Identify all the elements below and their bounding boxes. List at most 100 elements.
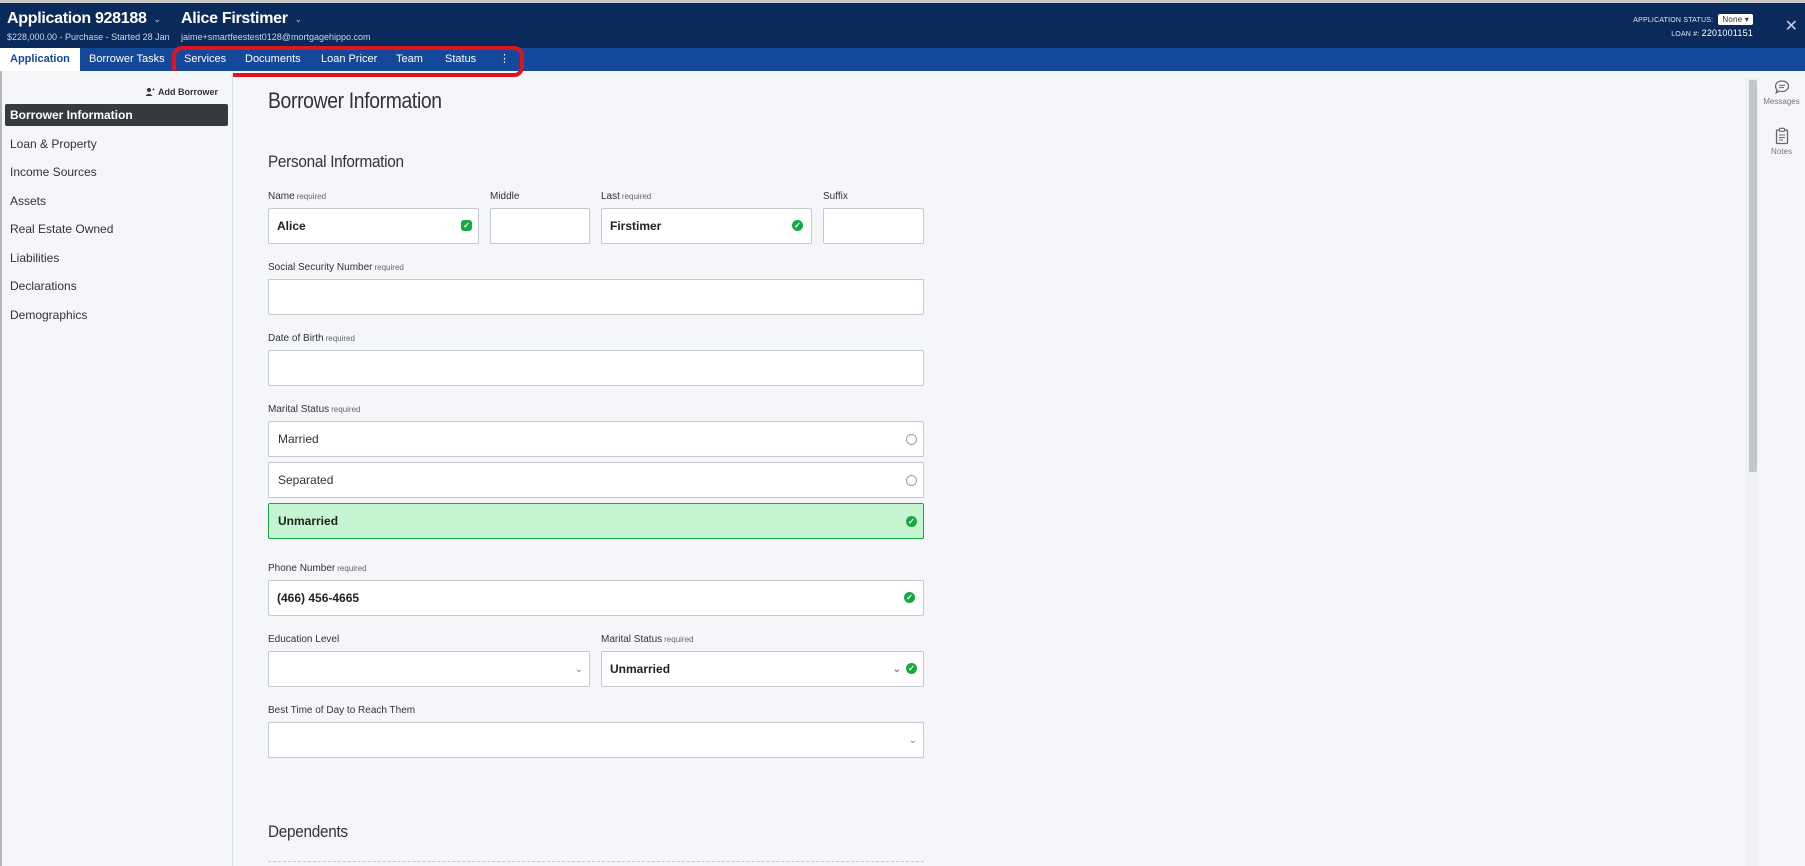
ssn-label: Social Security Number required [268, 262, 404, 273]
messages-button[interactable]: Messages [1758, 79, 1805, 106]
radio-icon [906, 434, 917, 445]
phone-label-text: Phone Number [268, 563, 336, 574]
application-status-label: APPLICATION STATUS: [1633, 17, 1714, 24]
marital-status-label: Marital Status required [268, 404, 361, 415]
add-borrower-button[interactable]: Add Borrower [145, 87, 218, 97]
middle-name-field[interactable] [490, 208, 590, 244]
more-tabs-icon[interactable]: ⋮ [489, 48, 520, 71]
marital-option-unmarried[interactable]: Unmarried ✓ [268, 503, 924, 539]
marital-option-label: Married [278, 432, 319, 446]
required-tag: required [621, 192, 652, 201]
dob-label-text: Date of Birth [268, 333, 324, 344]
ssn-label-text: Social Security Number [268, 262, 373, 273]
sidebar-item-demographics[interactable]: Demographics [5, 304, 228, 326]
marital-status-label-text: Marital Status [268, 404, 330, 415]
right-rail: Messages Notes [1758, 71, 1805, 866]
last-name-field[interactable]: Firstimer ✓ [601, 208, 812, 244]
ssn-field[interactable] [268, 279, 924, 315]
marital-option-separated[interactable]: Separated [268, 462, 924, 498]
sidebar-item-declarations[interactable]: Declarations [5, 275, 228, 297]
education-level-select[interactable]: ⌄ [268, 651, 590, 687]
tab-bar: Application Borrower Tasks Services Docu… [0, 48, 1805, 71]
suffix-label: Suffix [823, 191, 848, 202]
marital-status-select-label: Marital Status required [601, 634, 694, 645]
required-tag: required [331, 405, 361, 414]
phone-value: (466) 456-4665 [277, 591, 360, 605]
best-time-select[interactable]: ⌄ [268, 722, 924, 758]
marital-option-married[interactable]: Married [268, 421, 924, 457]
clipboard-icon [1775, 127, 1788, 145]
add-borrower-label: Add Borrower [157, 87, 218, 97]
dependents-box [268, 861, 924, 866]
sidebar-item-assets[interactable]: Assets [5, 190, 228, 212]
sidebar-item-liabilities[interactable]: Liabilities [5, 247, 228, 269]
app-header: Application 928188 ⌄ $228,000.00 - Purch… [0, 0, 1805, 48]
sidebar-item-borrower-information[interactable]: Borrower Information [5, 104, 228, 126]
required-tag: required [337, 564, 367, 573]
last-label: Last required [601, 191, 651, 202]
suffix-field[interactable] [823, 208, 924, 244]
borrower-email: jaime+smartfeestest0128@mortgagehippo.co… [181, 32, 371, 42]
sidebar-item-loan-property[interactable]: Loan & Property [5, 133, 228, 155]
check-icon: ✓ [906, 516, 917, 527]
chevron-down-icon[interactable]: ⌄ [295, 14, 303, 25]
tab-application[interactable]: Application [0, 48, 80, 71]
application-title[interactable]: Application 928188 ⌄ [7, 10, 161, 28]
sidebar-item-real-estate-owned[interactable]: Real Estate Owned [5, 218, 228, 240]
check-icon: ✓ [904, 592, 915, 603]
scrollbar-thumb[interactable] [1749, 80, 1757, 472]
last-label-text: Last [601, 191, 620, 202]
messages-label: Messages [1763, 97, 1800, 106]
education-label: Education Level [268, 634, 340, 645]
date-of-birth-field[interactable] [268, 350, 924, 386]
best-time-label: Best Time of Day to Reach Them [268, 705, 416, 716]
required-tag: required [296, 192, 327, 201]
borrower-name-switcher[interactable]: Alice Firstimer ⌄ [181, 10, 302, 28]
radio-icon [906, 475, 917, 486]
chevron-down-icon: ⌄ [574, 664, 583, 675]
phone-number-field[interactable]: (466) 456-4665 ✓ [268, 580, 924, 616]
application-summary: $228,000.00 - Purchase - Started 28 Jan [7, 32, 170, 42]
marital-option-label: Unmarried [278, 514, 339, 528]
required-tag: required [325, 334, 355, 343]
dependents-heading: Dependents [268, 822, 348, 841]
middle-label: Middle [490, 191, 520, 202]
page-title: Borrower Information [268, 88, 442, 113]
marital-status-select[interactable]: Unmarried ⌄ ✓ [601, 651, 924, 687]
check-icon: ✓ [461, 220, 472, 231]
tab-documents[interactable]: Documents [235, 48, 311, 71]
status-block: APPLICATION STATUS: None ▾ LOAN #: 22010… [1633, 14, 1753, 41]
chevron-down-icon[interactable]: ⌄ [154, 14, 162, 25]
notes-button[interactable]: Notes [1758, 127, 1805, 156]
name-label-text: Name [268, 191, 295, 202]
application-status-select[interactable]: None ▾ [1718, 14, 1753, 25]
tab-loan-pricer[interactable]: Loan Pricer [311, 48, 387, 71]
required-tag: required [664, 635, 694, 644]
first-name-value: Alice [277, 219, 306, 233]
name-label: Name required [268, 191, 326, 202]
sidebar-item-income-sources[interactable]: Income Sources [5, 161, 228, 183]
check-icon: ✓ [906, 663, 917, 674]
tab-team[interactable]: Team [386, 48, 433, 71]
first-name-field[interactable]: Alice ✓ [268, 208, 479, 244]
close-icon[interactable]: ✕ [1785, 16, 1798, 36]
phone-label: Phone Number required [268, 563, 367, 574]
last-name-value: Firstimer [610, 219, 662, 233]
marital-status-select-label-text: Marital Status [601, 634, 663, 645]
tab-services[interactable]: Services [174, 48, 236, 71]
marital-status-select-value: Unmarried [610, 662, 671, 676]
sidebar: Add Borrower Borrower Information Loan &… [0, 71, 233, 866]
personal-information-heading: Personal Information [268, 152, 404, 171]
tab-status[interactable]: Status [435, 48, 486, 71]
notes-label: Notes [1771, 147, 1792, 156]
loan-number-label: LOAN #: [1671, 31, 1700, 38]
chevron-down-icon: ⌄ [908, 735, 917, 746]
main-content: Borrower Information Personal Informatio… [234, 71, 1746, 866]
dob-label: Date of Birth required [268, 333, 355, 344]
message-icon [1774, 80, 1789, 95]
marital-option-label: Separated [278, 473, 334, 487]
chevron-down-icon: ⌄ [892, 664, 901, 675]
loan-number: 2201001151 [1701, 28, 1753, 38]
application-title-text: Application 928188 [7, 10, 147, 27]
tab-borrower-tasks[interactable]: Borrower Tasks [79, 48, 175, 71]
